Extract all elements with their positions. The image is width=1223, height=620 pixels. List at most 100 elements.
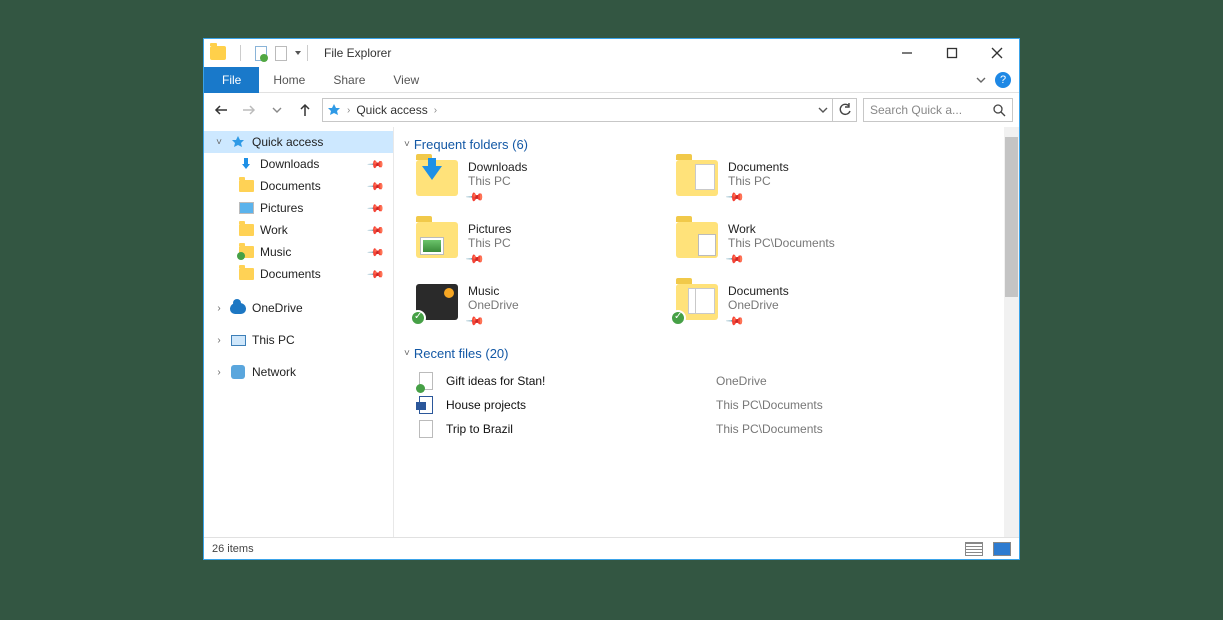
- onedrive-icon: [230, 300, 246, 316]
- item-count: 26 items: [212, 543, 254, 555]
- qat-properties-icon[interactable]: [255, 46, 267, 61]
- qat-customize-icon[interactable]: [295, 51, 301, 55]
- sidebar-item-music[interactable]: Music 📌: [204, 241, 393, 263]
- pin-icon: 📌: [367, 243, 386, 262]
- sidebar-item-work[interactable]: Work 📌: [204, 219, 393, 241]
- breadcrumb-caret-icon[interactable]: ›: [434, 105, 437, 116]
- file-icon: [416, 420, 436, 438]
- download-icon: [238, 156, 254, 172]
- back-button[interactable]: [210, 99, 232, 121]
- large-icons-view-button[interactable]: [993, 542, 1011, 556]
- recent-locations-button[interactable]: [266, 99, 288, 121]
- this-pc-icon: [230, 332, 246, 348]
- breadcrumb-current[interactable]: Quick access: [356, 103, 427, 117]
- sync-badge-icon: [670, 310, 686, 326]
- music-folder-icon: [238, 244, 254, 260]
- sidebar-item-downloads[interactable]: Downloads 📌: [204, 153, 393, 175]
- pin-icon: 📌: [367, 155, 386, 174]
- recent-file-row[interactable]: Trip to Brazil This PC\Documents: [416, 417, 1019, 441]
- pin-icon: 📌: [367, 199, 386, 218]
- sidebar-item-pictures[interactable]: Pictures 📌: [204, 197, 393, 219]
- file-icon: [416, 372, 436, 390]
- details-view-button[interactable]: [965, 542, 983, 556]
- network-icon: [230, 364, 246, 380]
- expand-toggle-icon[interactable]: ›: [214, 367, 224, 378]
- chevron-down-icon: [272, 105, 282, 115]
- tab-share[interactable]: Share: [319, 67, 379, 93]
- sidebar-this-pc[interactable]: › This PC: [204, 329, 393, 351]
- tab-home[interactable]: Home: [259, 67, 319, 93]
- pin-icon: 📌: [465, 187, 485, 207]
- navigation-bar: › Quick access › Search Quick a...: [204, 93, 1019, 127]
- folder-work-icon: [676, 222, 718, 258]
- help-button[interactable]: ?: [995, 72, 1011, 88]
- quick-access-star-icon: [230, 134, 246, 150]
- window-title: File Explorer: [324, 46, 391, 60]
- expand-toggle-icon[interactable]: ›: [214, 335, 224, 346]
- search-box[interactable]: Search Quick a...: [863, 98, 1013, 122]
- folder-documents-icon: [676, 160, 718, 196]
- address-bar[interactable]: › Quick access ›: [322, 98, 833, 122]
- content-pane: ˅ Frequent folders (6) Downloads This PC…: [394, 127, 1019, 537]
- refresh-button[interactable]: [833, 98, 857, 122]
- up-button[interactable]: [294, 99, 316, 121]
- sidebar-item-documents-2[interactable]: Documents 📌: [204, 263, 393, 285]
- expand-toggle-icon[interactable]: ›: [214, 303, 224, 314]
- word-file-icon: [416, 396, 436, 414]
- forward-button[interactable]: [238, 99, 260, 121]
- ribbon-expand-icon[interactable]: [975, 74, 987, 86]
- address-dropdown-icon[interactable]: [818, 105, 828, 115]
- maximize-button[interactable]: [929, 39, 974, 67]
- chevron-down-icon: ˅: [404, 139, 410, 150]
- pin-icon: 📌: [367, 221, 386, 240]
- navigation-pane: ˅ Quick access Downloads 📌 Documents 📌: [204, 127, 394, 537]
- breadcrumb-caret-icon[interactable]: ›: [347, 105, 350, 116]
- folder-icon: [238, 178, 254, 194]
- tab-view[interactable]: View: [379, 67, 433, 93]
- pictures-icon: [238, 200, 254, 216]
- status-bar: 26 items: [204, 537, 1019, 559]
- pin-icon: 📌: [367, 177, 386, 196]
- minimize-icon: [901, 47, 913, 59]
- frequent-folder-documents[interactable]: Documents This PC 📌: [676, 160, 976, 204]
- pin-icon: 📌: [725, 187, 745, 207]
- search-icon: [993, 104, 1006, 117]
- recent-file-row[interactable]: Gift ideas for Stan! OneDrive: [416, 369, 1019, 393]
- separator: [240, 45, 241, 61]
- folder-icon: [238, 222, 254, 238]
- sidebar-quick-access[interactable]: ˅ Quick access: [204, 131, 393, 153]
- pin-icon: 📌: [465, 249, 485, 269]
- tab-file[interactable]: File: [204, 67, 259, 93]
- maximize-icon: [946, 47, 958, 59]
- back-arrow-icon: [213, 102, 229, 118]
- sidebar-item-documents[interactable]: Documents 📌: [204, 175, 393, 197]
- frequent-folder-work[interactable]: Work This PC\Documents 📌: [676, 222, 976, 266]
- frequent-folder-pictures[interactable]: Pictures This PC 📌: [416, 222, 676, 266]
- section-recent-header[interactable]: ˅ Recent files (20): [404, 346, 1019, 361]
- refresh-icon: [838, 103, 852, 117]
- folder-music-icon: [416, 284, 458, 320]
- folder-pictures-icon: [416, 222, 458, 258]
- sync-badge-icon: [410, 310, 426, 326]
- folder-onedrive-docs-icon: [676, 284, 718, 320]
- folder-icon: [238, 266, 254, 282]
- scrollbar-thumb[interactable]: [1005, 137, 1018, 297]
- minimize-button[interactable]: [884, 39, 929, 67]
- frequent-folder-music[interactable]: Music OneDrive 📌: [416, 284, 676, 328]
- section-frequent-header[interactable]: ˅ Frequent folders (6): [404, 137, 1019, 152]
- sidebar-onedrive[interactable]: › OneDrive: [204, 297, 393, 319]
- close-button[interactable]: [974, 39, 1019, 67]
- forward-arrow-icon: [241, 102, 257, 118]
- quick-access-star-icon: [327, 103, 341, 117]
- qat-newfolder-icon[interactable]: [275, 46, 287, 61]
- titlebar: File Explorer: [204, 39, 1019, 67]
- expand-toggle-icon[interactable]: ˅: [214, 137, 224, 148]
- chevron-down-icon: ˅: [404, 348, 410, 359]
- pin-icon: 📌: [367, 265, 386, 284]
- frequent-folder-documents-onedrive[interactable]: Documents OneDrive 📌: [676, 284, 976, 328]
- close-icon: [991, 47, 1003, 59]
- up-arrow-icon: [297, 102, 313, 118]
- frequent-folder-downloads[interactable]: Downloads This PC 📌: [416, 160, 676, 204]
- recent-file-row[interactable]: House projects This PC\Documents: [416, 393, 1019, 417]
- sidebar-network[interactable]: › Network: [204, 361, 393, 383]
